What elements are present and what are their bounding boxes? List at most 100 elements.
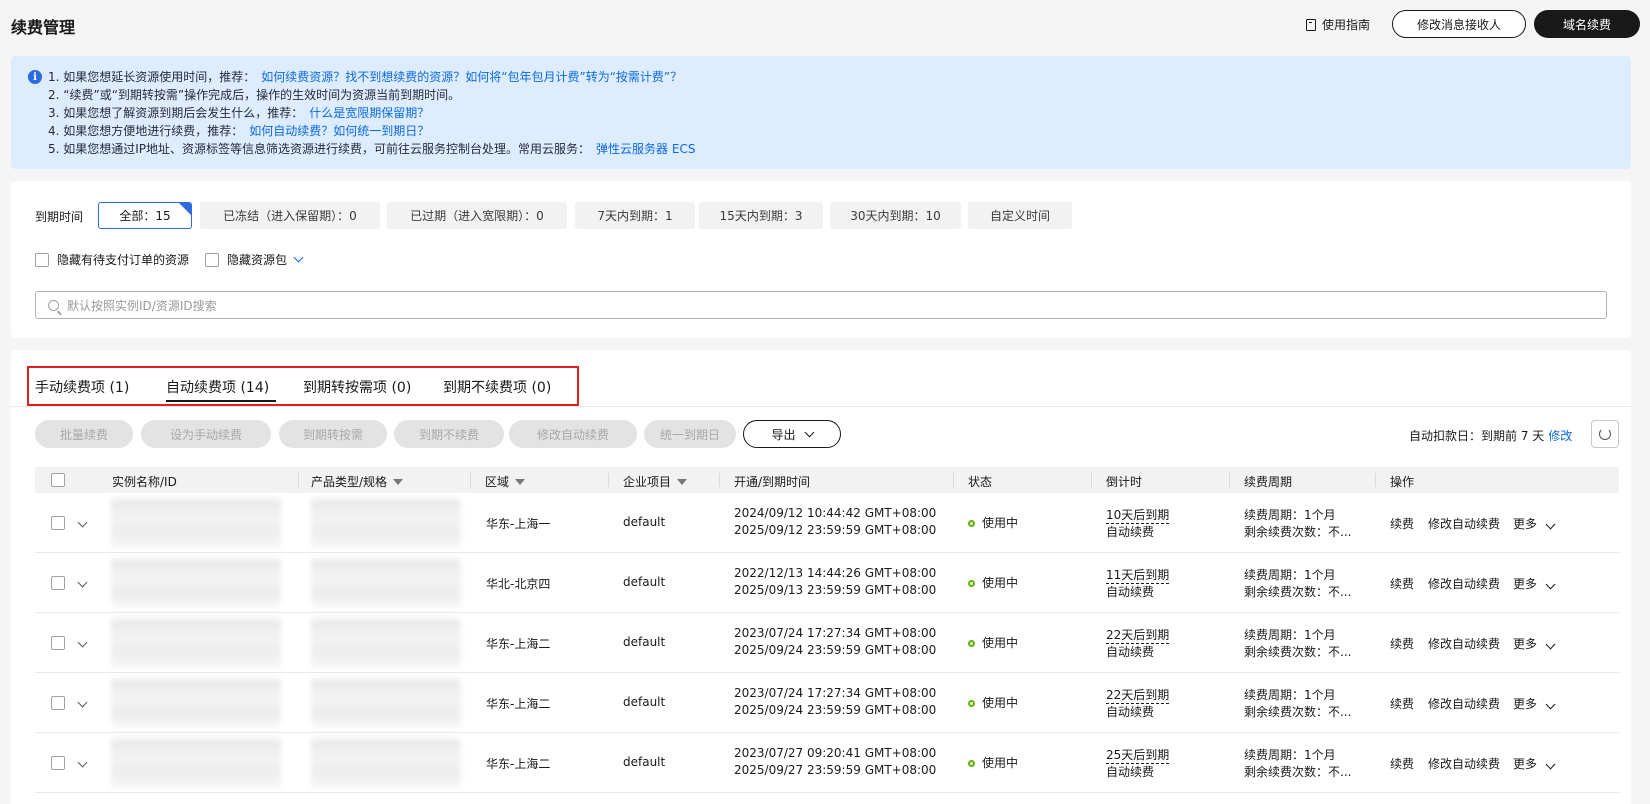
chip-15days[interactable]: 15天内到期：3 (699, 202, 823, 229)
row-checkbox[interactable] (51, 516, 65, 530)
notice-line-5: 5. 如果您想通过IP地址、资源标签等信息筛选资源进行续费，可前往云服务控制台处… (48, 142, 696, 156)
select-all-checkbox[interactable] (51, 473, 65, 487)
more-dropdown[interactable]: 更多 (1513, 635, 1556, 652)
renew-period: 续费周期：1个月 (1244, 748, 1336, 762)
row-checkbox[interactable] (51, 696, 65, 710)
row-checkbox[interactable] (51, 636, 65, 650)
expand-chevron-icon[interactable] (77, 635, 88, 649)
info-icon: i (28, 70, 42, 84)
status: 使用中 (968, 514, 1018, 531)
expire-time: 2025/09/27 23:59:59 GMT+08:00 (734, 763, 937, 777)
notice-link-5[interactable]: 弹性云服务器 ECS (596, 142, 695, 156)
open-time: 2023/07/27 09:20:41 GMT+08:00 (734, 746, 937, 760)
renew-link[interactable]: 续费 (1390, 755, 1414, 772)
open-time: 2024/09/12 10:44:42 GMT+08:00 (734, 506, 937, 520)
expire-time-label: 到期时间 (35, 210, 84, 224)
chevron-down-icon (1545, 639, 1556, 650)
row-checkbox[interactable] (51, 576, 65, 590)
row-checkbox[interactable] (51, 756, 65, 770)
blurred-instance-name (111, 679, 281, 727)
notice-line-4: 4. 如果您想方便地进行续费，推荐： 如何自动续费？如何统一到期日？ (48, 124, 430, 138)
modify-receiver-button[interactable]: 修改消息接收人 (1392, 10, 1526, 38)
more-dropdown[interactable]: 更多 (1513, 755, 1556, 772)
unify-expire-date-button[interactable]: 统一到期日 (644, 420, 736, 448)
hide-pending-toggle[interactable]: 隐藏有待支付订单的资源 (35, 251, 189, 268)
status-dot-icon (968, 700, 975, 707)
renew-link[interactable]: 续费 (1390, 575, 1414, 592)
chevron-down-icon (1545, 699, 1556, 710)
expand-chevron-icon[interactable] (77, 515, 88, 529)
renew-type: 自动续费 (1106, 645, 1155, 659)
search-input[interactable]: 默认按照实例ID/资源ID搜索 (35, 291, 1607, 319)
blurred-instance-name (111, 499, 281, 547)
filter-icon[interactable] (393, 478, 404, 485)
status: 使用中 (968, 694, 1018, 711)
renew-link[interactable]: 续费 (1390, 635, 1414, 652)
project: default (623, 695, 666, 709)
region: 华东-上海二 (486, 637, 551, 651)
renew-link[interactable]: 续费 (1390, 695, 1414, 712)
status-dot-icon (968, 760, 975, 767)
table-row: 华东-上海二 default 2023/07/24 17:27:34 GMT+0… (35, 673, 1619, 733)
domain-renew-button[interactable]: 域名续费 (1534, 10, 1640, 38)
modify-auto-renew-link[interactable]: 修改自动续费 (1428, 755, 1500, 772)
modify-auto-renew-link[interactable]: 修改自动续费 (1428, 575, 1500, 592)
hide-pending-checkbox[interactable] (35, 252, 49, 267)
tabs-divider (11, 406, 1631, 407)
th-project: 企业项目 (623, 473, 688, 490)
modify-deduct-link[interactable]: 修改 (1548, 429, 1572, 443)
export-button[interactable]: 导出 (743, 420, 841, 448)
expand-chevron-icon[interactable] (77, 575, 88, 589)
filter-icon[interactable] (515, 478, 526, 485)
more-dropdown[interactable]: 更多 (1513, 695, 1556, 712)
chip-frozen[interactable]: 已冻结（进入保留期）：0 (200, 202, 380, 229)
chip-expired[interactable]: 已过期（进入宽限期）：0 (387, 202, 567, 229)
remaining-times: 剩余续费次数：不... (1244, 765, 1352, 779)
notice-link-3[interactable]: 什么是宽限期保留期？ (309, 106, 429, 120)
refresh-button[interactable] (1591, 420, 1619, 448)
blurred-product-spec (311, 619, 461, 667)
chip-30days[interactable]: 30天内到期：10 (830, 202, 961, 229)
expand-chevron-icon[interactable] (77, 755, 88, 769)
expire-no-renew-button[interactable]: 到期不续费 (394, 420, 504, 448)
expand-chevron-icon[interactable] (77, 695, 88, 709)
notice-link-1[interactable]: 如何续费资源？找不到想续费的资源？如何将“包年包月计费”转为“按需计费”？ (261, 70, 682, 84)
blurred-instance-name (111, 619, 281, 667)
region: 华东-上海二 (486, 757, 551, 771)
th-open-expire: 开通/到期时间 (734, 475, 811, 489)
more-dropdown[interactable]: 更多 (1513, 515, 1556, 532)
filter-icon[interactable] (677, 478, 688, 485)
tab-expire-to-ondemand[interactable]: 到期转按需项 (0) (303, 377, 411, 397)
more-dropdown[interactable]: 更多 (1513, 575, 1556, 592)
status: 使用中 (968, 634, 1018, 651)
batch-renew-button[interactable]: 批量续费 (35, 420, 133, 448)
set-manual-renew-button[interactable]: 设为手动续费 (141, 420, 271, 448)
notice-line-2: 2. “续费”或“到期转按需”操作完成后，操作的生效时间为资源当前到期时间。 (48, 88, 461, 102)
renew-link[interactable]: 续费 (1390, 515, 1414, 532)
hide-package-checkbox[interactable] (205, 252, 219, 267)
modify-auto-renew-link[interactable]: 修改自动续费 (1428, 695, 1500, 712)
blurred-product-spec (311, 559, 461, 607)
chip-custom-time[interactable]: 自定义时间 (968, 202, 1072, 229)
tab-expire-no-renew[interactable]: 到期不续费项 (0) (443, 377, 551, 397)
th-countdown: 倒计时 (1106, 475, 1143, 489)
chip-all[interactable]: 全部：15 (98, 202, 192, 229)
tab-manual-renew[interactable]: 手动续费项 (1) (35, 377, 129, 397)
remaining-times: 剩余续费次数：不... (1244, 585, 1352, 599)
open-time: 2023/07/24 17:27:34 GMT+08:00 (734, 626, 937, 640)
tab-auto-renew[interactable]: 自动续费项 (14) (166, 377, 269, 397)
guide-link[interactable]: 使用指南 (1306, 16, 1370, 33)
chevron-down-icon[interactable] (293, 252, 304, 263)
hide-package-toggle[interactable]: 隐藏资源包 (205, 251, 304, 268)
notice-line-3: 3. 如果您想了解资源到期后会发生什么，推荐： 什么是宽限期保留期？ (48, 106, 430, 120)
blurred-product-spec (311, 739, 461, 787)
modify-auto-renew-link[interactable]: 修改自动续费 (1428, 515, 1500, 532)
expire-to-ondemand-button[interactable]: 到期转按需 (279, 420, 387, 448)
status-dot-icon (968, 520, 975, 527)
renew-period: 续费周期：1个月 (1244, 508, 1336, 522)
notice-link-4[interactable]: 如何自动续费？如何统一到期日？ (249, 124, 429, 138)
renew-period: 续费周期：1个月 (1244, 688, 1336, 702)
modify-auto-renew-button[interactable]: 修改自动续费 (509, 420, 637, 448)
chip-7days[interactable]: 7天内到期：1 (575, 202, 695, 229)
modify-auto-renew-link[interactable]: 修改自动续费 (1428, 635, 1500, 652)
